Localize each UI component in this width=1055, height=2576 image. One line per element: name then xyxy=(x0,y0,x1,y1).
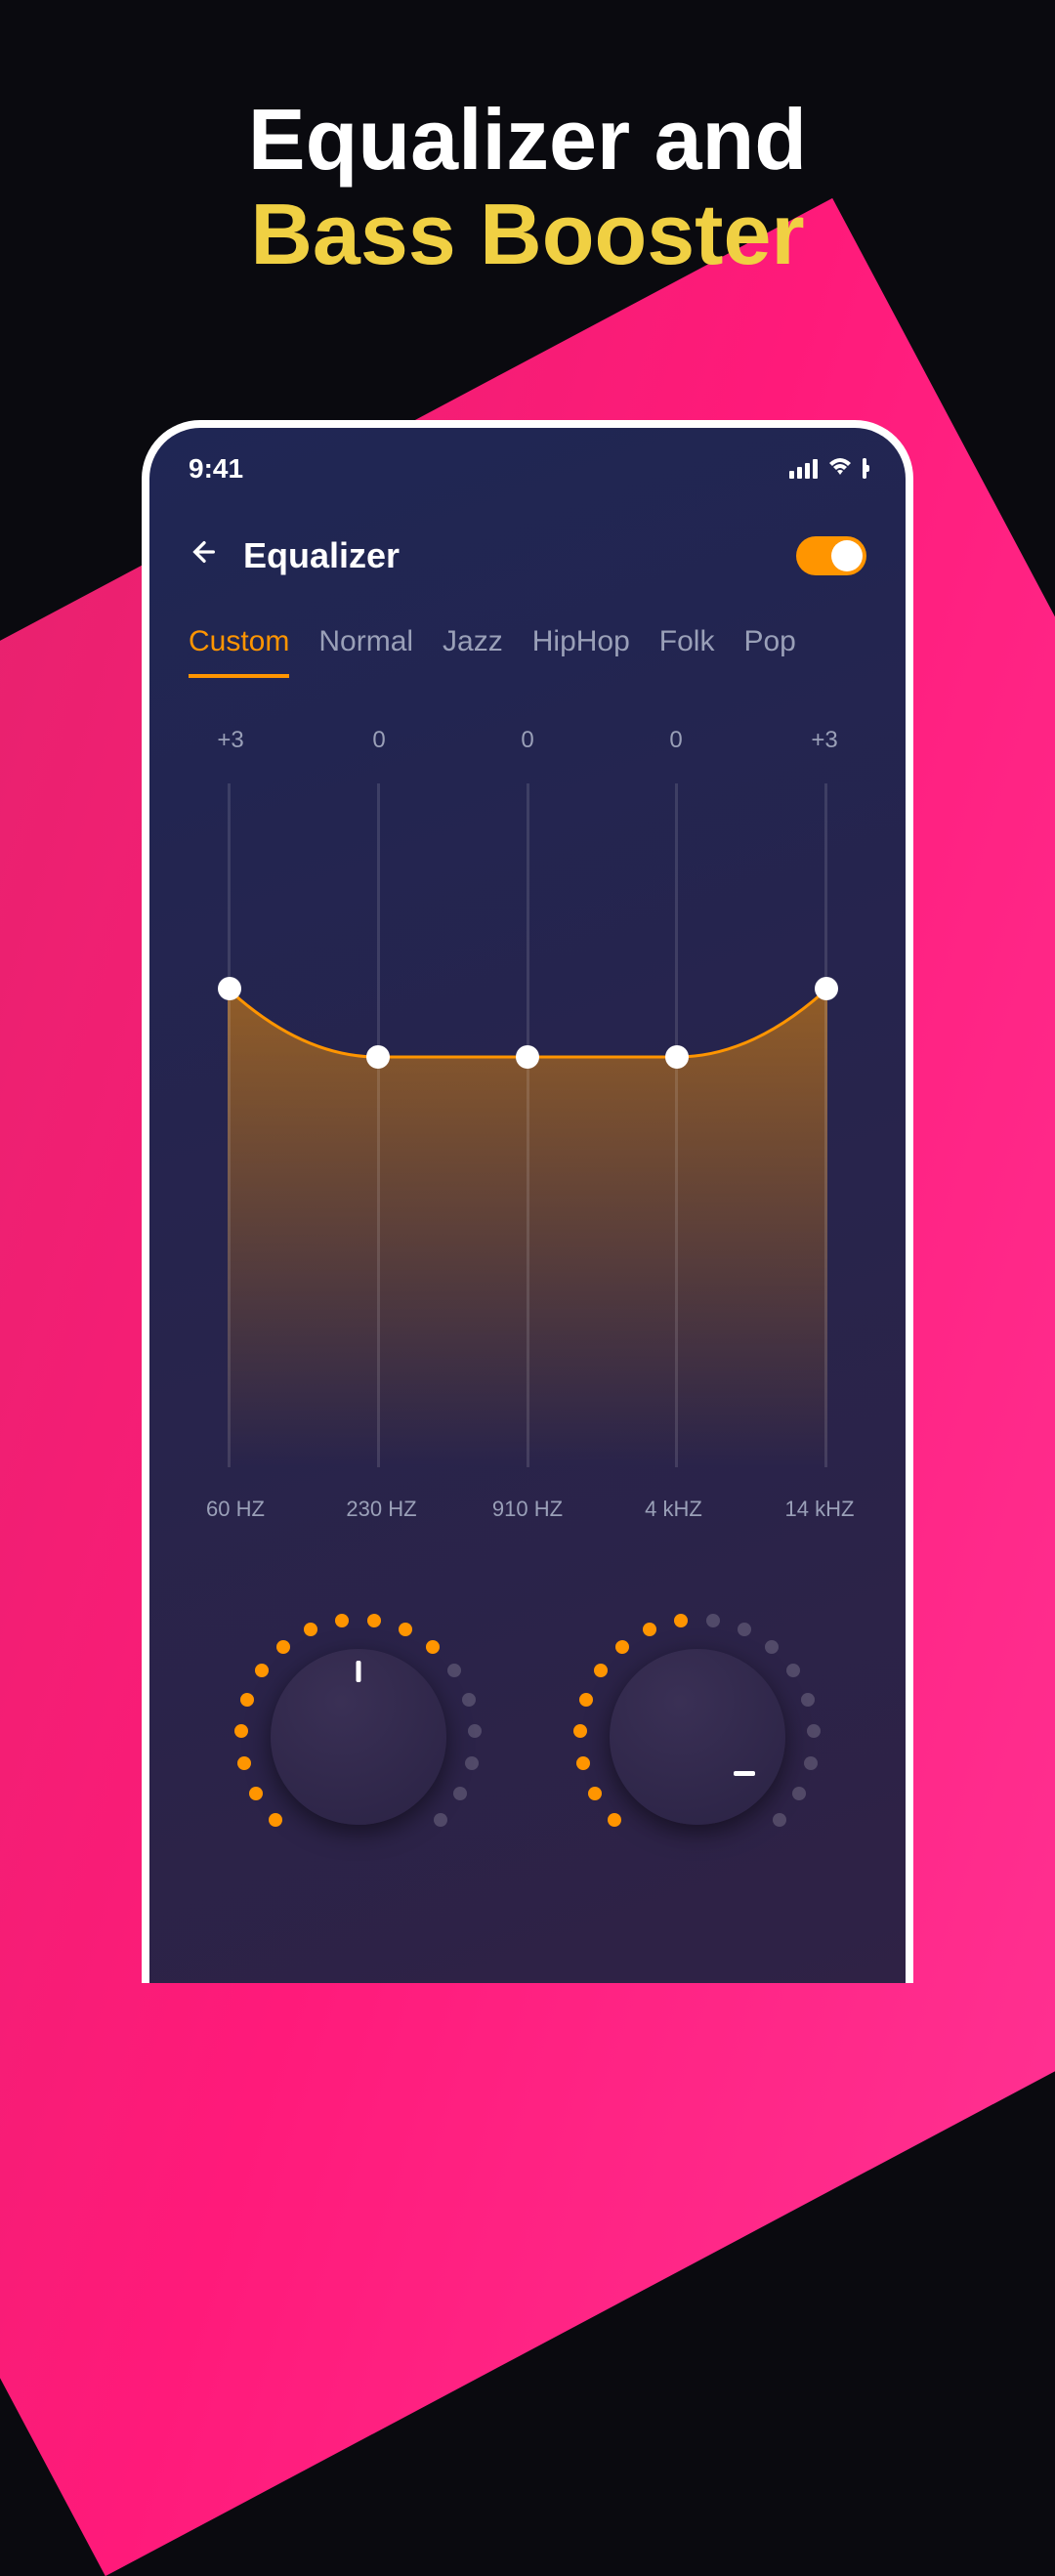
knob-tick-icon xyxy=(453,1787,467,1800)
tab-folk[interactable]: Folk xyxy=(659,625,715,678)
knob-tick-icon xyxy=(576,1756,590,1770)
eq-freq-0: 60 HZ xyxy=(196,1497,274,1522)
knob-center-right xyxy=(610,1649,785,1825)
eq-slider-0[interactable] xyxy=(228,783,231,1467)
wifi-icon xyxy=(827,457,853,482)
eq-freq-3: 4 kHZ xyxy=(635,1497,713,1522)
eq-value-3: 0 xyxy=(642,727,710,754)
knob-tick-icon xyxy=(468,1724,482,1738)
knob-tick-icon xyxy=(447,1664,461,1677)
page-title: Equalizer xyxy=(243,535,400,576)
knob-tick-icon xyxy=(706,1614,720,1627)
status-time: 9:41 xyxy=(189,453,243,485)
eq-value-0: +3 xyxy=(196,727,265,754)
eq-slider-2[interactable] xyxy=(527,783,529,1467)
knob-marker-right xyxy=(734,1771,755,1776)
knob-tick-icon xyxy=(579,1693,593,1707)
knob-marker-left xyxy=(356,1661,360,1682)
status-icons xyxy=(789,457,866,482)
eq-freq-2: 910 HZ xyxy=(488,1497,567,1522)
tab-custom[interactable]: Custom xyxy=(189,625,289,678)
virtualizer-knob[interactable] xyxy=(561,1600,834,1874)
title-line-1: Equalizer and xyxy=(0,93,1055,188)
screen-header: Equalizer xyxy=(149,496,906,606)
title-line-2: Bass Booster xyxy=(0,188,1055,282)
eq-handle-2[interactable] xyxy=(516,1045,539,1069)
back-button[interactable] xyxy=(189,535,220,576)
knob-tick-icon xyxy=(615,1640,629,1654)
eq-sliders xyxy=(189,783,866,1467)
knob-tick-icon xyxy=(674,1614,688,1627)
phone-mockup: 9:41 Equalizer Custom Normal Jazz H xyxy=(142,420,913,1983)
eq-slider-1[interactable] xyxy=(377,783,380,1467)
knob-tick-icon xyxy=(465,1756,479,1770)
knob-tick-icon xyxy=(643,1623,656,1636)
knob-tick-icon xyxy=(237,1756,251,1770)
knob-tick-icon xyxy=(276,1640,290,1654)
eq-handle-3[interactable] xyxy=(665,1045,689,1069)
battery-icon xyxy=(863,460,866,478)
knob-tick-icon xyxy=(792,1787,806,1800)
eq-slider-3[interactable] xyxy=(675,783,678,1467)
eq-value-1: 0 xyxy=(345,727,413,754)
knob-tick-icon xyxy=(367,1614,381,1627)
tab-pop[interactable]: Pop xyxy=(743,625,795,678)
eq-freq-1: 230 HZ xyxy=(343,1497,421,1522)
knob-tick-icon xyxy=(786,1664,800,1677)
tab-hiphop[interactable]: HipHop xyxy=(532,625,630,678)
knob-tick-icon xyxy=(765,1640,779,1654)
marketing-title: Equalizer and Bass Booster xyxy=(0,93,1055,282)
eq-value-4: +3 xyxy=(790,727,859,754)
eq-freq-4: 14 kHZ xyxy=(781,1497,859,1522)
knob-tick-icon xyxy=(335,1614,349,1627)
knob-tick-icon xyxy=(240,1693,254,1707)
signal-icon xyxy=(789,459,818,479)
bass-knob[interactable] xyxy=(222,1600,495,1874)
toggle-knob xyxy=(831,540,863,571)
tab-normal[interactable]: Normal xyxy=(318,625,413,678)
knob-tick-icon xyxy=(399,1623,412,1636)
eq-handle-4[interactable] xyxy=(815,977,838,1000)
knobs-section xyxy=(149,1541,906,1874)
knob-center-left xyxy=(271,1649,446,1825)
knob-tick-icon xyxy=(434,1813,447,1827)
tab-jazz[interactable]: Jazz xyxy=(443,625,503,678)
preset-tabs: Custom Normal Jazz HipHop Folk Pop xyxy=(149,606,906,697)
knob-tick-icon xyxy=(269,1813,282,1827)
knob-tick-icon xyxy=(594,1664,608,1677)
eq-handle-1[interactable] xyxy=(366,1045,390,1069)
knob-tick-icon xyxy=(426,1640,440,1654)
knob-tick-icon xyxy=(462,1693,476,1707)
knob-tick-icon xyxy=(573,1724,587,1738)
knob-tick-icon xyxy=(234,1724,248,1738)
knob-tick-icon xyxy=(249,1787,263,1800)
eq-slider-4[interactable] xyxy=(824,783,827,1467)
knob-tick-icon xyxy=(807,1724,821,1738)
knob-tick-icon xyxy=(255,1664,269,1677)
knob-tick-icon xyxy=(738,1623,751,1636)
status-bar: 9:41 xyxy=(149,428,906,496)
eq-values-row: +3 0 0 0 +3 xyxy=(189,727,866,754)
knob-tick-icon xyxy=(804,1756,818,1770)
eq-freq-labels: 60 HZ 230 HZ 910 HZ 4 kHZ 14 kHZ xyxy=(189,1467,866,1522)
knob-tick-icon xyxy=(608,1813,621,1827)
knob-tick-icon xyxy=(773,1813,786,1827)
eq-handle-0[interactable] xyxy=(218,977,241,1000)
equalizer-section: +3 0 0 0 +3 xyxy=(149,697,906,1541)
knob-tick-icon xyxy=(304,1623,317,1636)
eq-value-2: 0 xyxy=(493,727,562,754)
knob-tick-icon xyxy=(588,1787,602,1800)
knob-tick-icon xyxy=(801,1693,815,1707)
equalizer-toggle[interactable] xyxy=(796,536,866,575)
